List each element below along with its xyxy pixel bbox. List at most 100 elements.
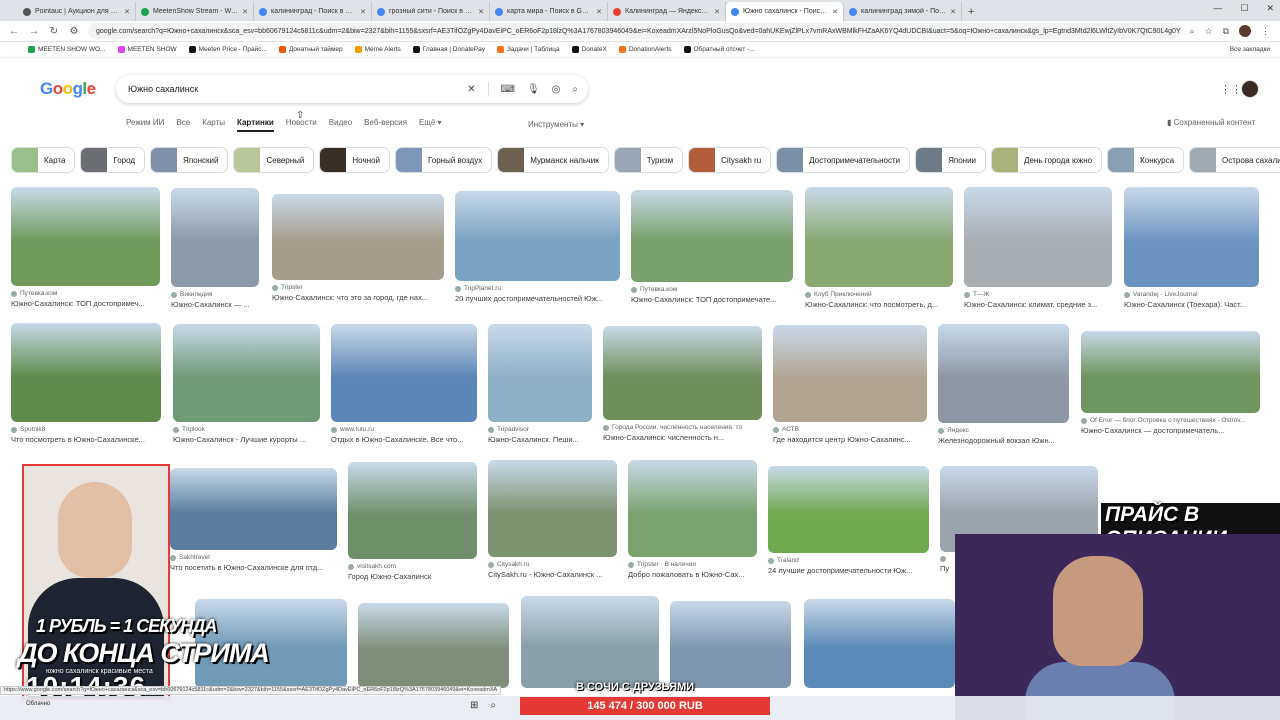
result-caption[interactable]: 20 лучших достопримечательностей Юж... [455,294,620,303]
new-tab-button[interactable]: + [962,2,980,21]
tools-button[interactable]: Инструменты ▾ [528,120,584,129]
image-result[interactable]: АСТВ Где находится центр Южно-Сахалинс... [773,325,927,444]
result-thumbnail[interactable] [938,324,1069,423]
result-source[interactable]: Википедия [171,291,259,298]
result-caption[interactable]: Южно-Сахалинск: что это за город, где на… [272,293,444,302]
related-chip[interactable]: Острова сахалин [1189,147,1280,173]
maximize-icon[interactable]: ☐ [1240,3,1248,14]
microphone-icon[interactable]: 🎙 [527,84,540,95]
result-source[interactable]: Sakhtravel [170,554,337,561]
result-source[interactable]: Т—Ж [964,291,1112,298]
filter-tab[interactable]: Режим ИИ [126,118,164,132]
saved-content-link[interactable]: ▮ Сохраненный контент [1167,118,1255,127]
result-thumbnail[interactable] [358,603,509,688]
close-tab-icon[interactable]: ✕ [242,8,248,16]
url-field[interactable]: google.com/search?q=Южно+сахалинск&sca_e… [88,23,1182,39]
clear-icon[interactable]: ✕ [467,84,475,95]
result-caption[interactable]: Южно-Сахалинск — достопримечатель... [1081,426,1260,435]
result-source[interactable]: Varandej - LiveJournal [1124,291,1259,298]
google-logo[interactable]: Google [40,79,96,99]
windows-start-icon[interactable]: ⊞ [470,700,478,711]
image-result[interactable]: visitsakh.com Город Южно-Сахалинск [348,462,477,581]
related-chip[interactable]: Туризм [613,147,684,173]
search-icon[interactable]: ⌕ [1189,26,1194,37]
result-source[interactable]: Tripster · В наличии [628,561,757,568]
related-chip[interactable]: Северный [233,147,315,173]
result-caption[interactable]: Южно-Сахалинск — ... [171,300,259,309]
result-source[interactable]: Путевка.ком [11,290,160,297]
related-chip[interactable]: Карта [11,147,76,173]
bookmark-item[interactable]: MEETEN SHOW [117,46,177,53]
result-source[interactable]: Города России. численность населения. то [603,424,762,431]
forward-icon[interactable]: → [28,26,40,37]
result-source[interactable]: TripPlanet.ru [455,285,620,292]
browser-tab[interactable]: Pointauc | Аукцион для стрима ✕ [18,2,136,21]
result-source[interactable]: Citysakh.ru [488,561,617,568]
result-source[interactable]: Triplook [173,426,320,433]
image-result[interactable]: Varandej - LiveJournal Южно-Сахалинск (То… [1124,187,1259,309]
filter-tab[interactable]: Картинки [236,118,274,132]
result-thumbnail[interactable] [1081,331,1260,413]
search-icon[interactable]: ⌕ [490,700,496,711]
image-result[interactable]: www.tutu.ru Отдых в Южно-Сахалинске. Все … [331,324,477,444]
result-caption[interactable]: Южно-Сахалинск: ТОП достопримеч... [11,299,160,308]
result-thumbnail[interactable] [603,326,762,420]
result-source[interactable]: Tripadvisor [488,426,592,433]
bookmark-item[interactable]: Обратный отсчет -... [683,46,755,53]
close-tab-icon[interactable]: ✕ [832,8,838,16]
menu-icon[interactable]: ⋮ [1261,26,1270,37]
result-thumbnail[interactable] [455,191,620,281]
image-result[interactable]: Traland 24 лучшие достопримечательности Ю… [768,466,929,575]
close-tab-icon[interactable]: ✕ [124,8,130,16]
browser-tab[interactable]: Калининград — Яндекс Карты ✕ [608,2,726,21]
close-tab-icon[interactable]: ✕ [360,8,366,16]
result-thumbnail[interactable] [804,599,955,688]
image-result[interactable] [358,603,509,688]
result-caption[interactable]: 24 лучшие достопримечательности Юж... [768,566,929,575]
image-result[interactable]: Tripadvisor Южно-Сахалинск. Пеши... [488,324,592,444]
related-chip[interactable]: Мурманск нальчик [497,147,609,173]
image-result[interactable] [670,601,791,688]
result-caption[interactable]: Добро пожаловать в Южно-Сах... [628,570,757,579]
result-thumbnail[interactable] [171,188,259,287]
result-thumbnail[interactable] [272,194,444,280]
close-tab-icon[interactable]: ✕ [478,8,484,16]
result-caption[interactable]: Где находится центр Южно-Сахалинс... [773,435,927,444]
image-result[interactable]: Путевка.ком Южно-Сахалинск: ТОП достоприм… [11,187,160,308]
filter-tab[interactable]: Все [176,118,190,132]
avatar[interactable] [1241,80,1259,98]
all-bookmarks[interactable]: Все закладки [1230,46,1280,53]
bookmark-item[interactable]: DonationAlerts [618,46,672,53]
close-window-icon[interactable]: ✕ [1266,3,1274,14]
result-caption[interactable]: Что посетить в Южно-Сахалинске для отд..… [170,563,337,572]
filter-tab[interactable]: Карты [202,118,225,132]
result-thumbnail[interactable] [1124,187,1259,287]
keyboard-icon[interactable]: ⌨ [501,84,515,95]
result-caption[interactable]: Южно-Сахалинск - Лучшие курорты ... [173,435,320,444]
result-source[interactable]: Клуб Приключений [805,291,953,298]
image-result[interactable] [521,596,659,688]
result-caption[interactable]: Южно-Сахалинск. Пеши... [488,435,592,444]
result-caption[interactable]: Южно-Сахалинск: численность н... [603,433,762,442]
related-chip[interactable]: Citysakh ru [688,147,772,173]
back-icon[interactable]: ← [8,26,20,37]
result-thumbnail[interactable] [348,462,477,559]
result-caption[interactable]: Южно-Сахалинск: климат, средние з... [964,300,1112,309]
filter-tab[interactable]: Ещё ▾ [419,118,442,132]
bookmark-item[interactable]: Meme Alerts [354,46,401,53]
related-chip[interactable]: Город [80,147,146,173]
result-caption[interactable]: CitySakh.ru - Южно-Сахалинск ... [488,570,617,579]
browser-tab[interactable]: Южно сахалинск - Поиск в G ✕ [726,2,844,21]
bookmark-item[interactable]: Meeten Price - Прайс... [188,46,267,53]
image-result[interactable]: Tripster Южно-Сахалинск: что это за город… [272,194,444,302]
close-tab-icon[interactable]: ✕ [950,8,956,16]
result-caption[interactable]: Железнодорожный вокзал Южн... [938,436,1069,445]
related-chip[interactable]: Достопримечательности [776,147,911,173]
result-source[interactable]: Путевка.ком [631,286,793,293]
image-result[interactable]: Triplook Южно-Сахалинск - Лучшие курорты … [173,324,320,444]
image-result[interactable]: Яндекс Железнодорожный вокзал Южн... [938,324,1069,445]
result-thumbnail[interactable] [631,190,793,282]
image-result[interactable]: Клуб Приключений Южно-Сахалинск: что посм… [805,187,953,309]
result-source[interactable]: www.tutu.ru [331,426,477,433]
related-chip[interactable]: Японский [150,147,229,173]
